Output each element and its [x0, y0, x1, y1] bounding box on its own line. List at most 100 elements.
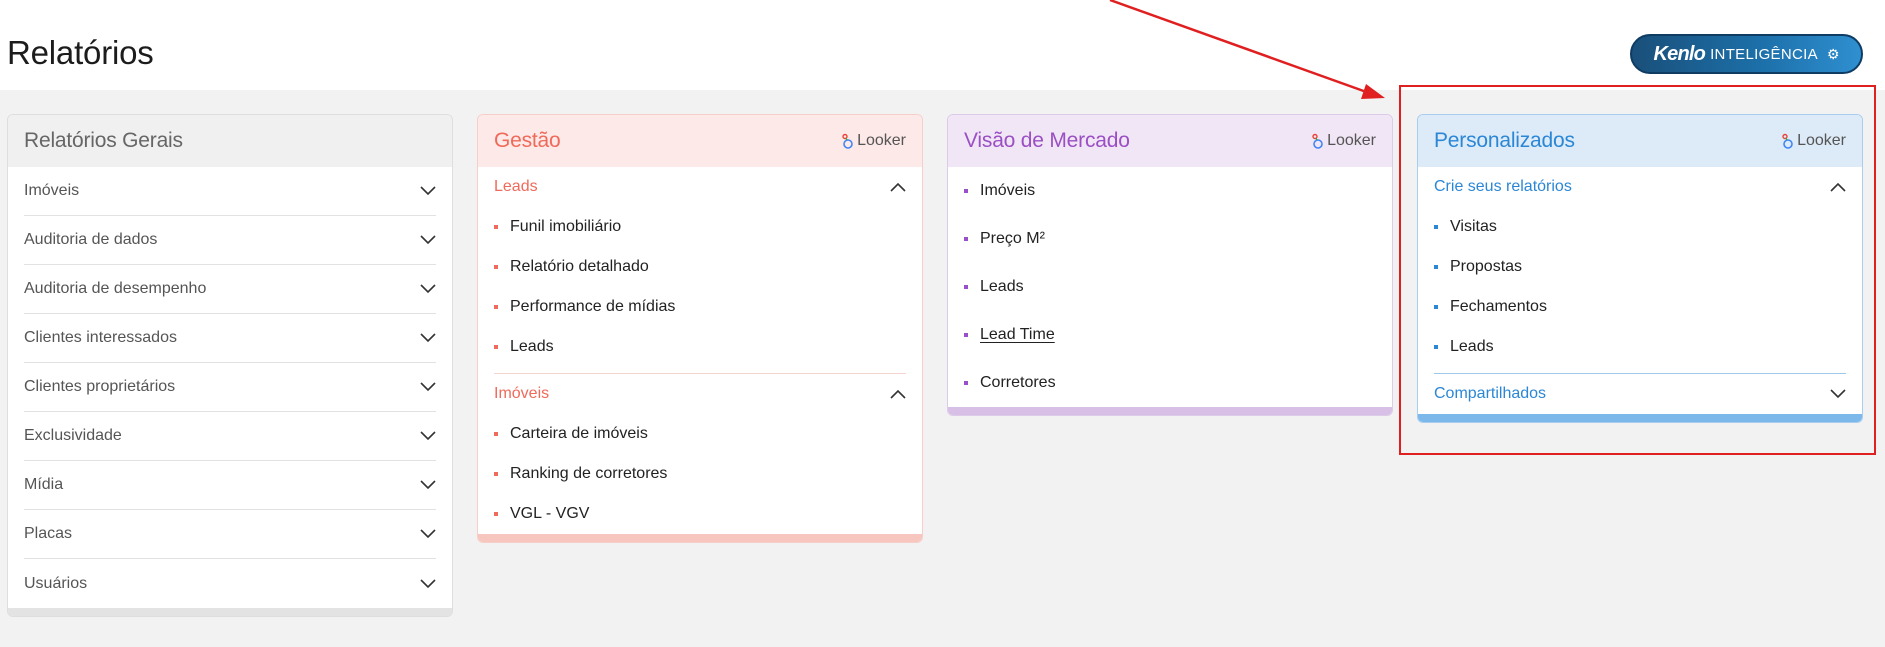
- report-label: Imóveis: [980, 182, 1036, 199]
- section-crie-relatorios-toggle[interactable]: Crie seus relatórios: [1418, 167, 1862, 207]
- report-link-imoveis[interactable]: Imóveis: [964, 167, 1376, 215]
- accordion-list: Imóveis Auditoria de dados Auditoria de …: [8, 167, 452, 608]
- accordion-imoveis[interactable]: Imóveis: [24, 167, 436, 216]
- section-leads-toggle[interactable]: Leads: [478, 167, 922, 207]
- looker-label: Looker: [1797, 132, 1846, 149]
- report-label: Carteira de imóveis: [510, 425, 648, 442]
- section-label: Compartilhados: [1434, 385, 1547, 402]
- kenlo-logo: Kenlo: [1653, 42, 1706, 65]
- looker-badge: Looker: [1311, 132, 1376, 150]
- reports-area: Relatórios Gerais Imóveis Auditoria de d…: [0, 90, 1885, 647]
- report-label: Ranking de corretores: [510, 465, 668, 482]
- report-label: Propostas: [1450, 258, 1523, 275]
- chevron-down-icon: [420, 480, 436, 490]
- accordion-usuarios[interactable]: Usuários: [24, 559, 436, 608]
- chevron-down-icon: [420, 578, 436, 588]
- accordion-auditoria-desempenho[interactable]: Auditoria de desempenho: [24, 265, 436, 314]
- report-label: Funil imobiliário: [510, 218, 622, 235]
- report-label: Lead Time: [980, 326, 1055, 343]
- bullet: [494, 305, 498, 309]
- card-footer: [948, 407, 1392, 415]
- kenlo-inteligencia-button[interactable]: Kenlo INTELIGÊNCIA ⚙: [1630, 34, 1863, 74]
- leads-report-list: Funil imobiliário Relatório detalhado Pe…: [478, 207, 922, 367]
- accordion-auditoria-dados[interactable]: Auditoria de dados: [24, 216, 436, 265]
- section-compartilhados-toggle[interactable]: Compartilhados: [1418, 374, 1862, 414]
- report-label: Corretores: [980, 374, 1056, 391]
- section-label: Leads: [494, 178, 538, 195]
- report-link-propostas[interactable]: Propostas: [1434, 247, 1846, 287]
- accordion-label: Imóveis: [24, 182, 80, 199]
- report-link-relatorio-detalhado[interactable]: Relatório detalhado: [494, 247, 906, 287]
- bullet: [964, 285, 968, 289]
- section-imoveis-toggle[interactable]: Imóveis: [478, 374, 922, 414]
- card-footer: [1418, 414, 1862, 422]
- chevron-down-icon: [420, 186, 436, 196]
- bullet: [494, 265, 498, 269]
- imoveis-report-list: Carteira de imóveis Ranking de corretore…: [478, 414, 922, 534]
- bullet: [964, 333, 968, 337]
- top-bar: Relatórios Kenlo INTELIGÊNCIA ⚙: [0, 0, 1885, 90]
- accordion-clientes-interessados[interactable]: Clientes interessados: [24, 314, 436, 363]
- bullet: [964, 237, 968, 241]
- report-link-ranking[interactable]: Ranking de corretores: [494, 454, 906, 494]
- chevron-down-icon: [420, 284, 436, 294]
- report-label: Performance de mídias: [510, 298, 676, 315]
- report-link-leads[interactable]: Leads: [1434, 327, 1846, 367]
- chevron-up-icon: [1830, 182, 1846, 192]
- report-link-leads[interactable]: Leads: [494, 327, 906, 367]
- looker-icon: [1782, 133, 1793, 149]
- report-label: Visitas: [1450, 218, 1497, 235]
- chevron-up-icon: [890, 389, 906, 399]
- report-label: Preço M²: [980, 230, 1045, 247]
- card-personalizados: Personalizados Looker Crie seus relatóri…: [1417, 114, 1863, 423]
- looker-label: Looker: [1327, 132, 1376, 149]
- bullet: [1434, 305, 1438, 309]
- mercado-report-list: Imóveis Preço M² Leads Lead Time Correto…: [948, 167, 1392, 407]
- accordion-placas[interactable]: Placas: [24, 510, 436, 559]
- report-link-corretores[interactable]: Corretores: [964, 359, 1376, 407]
- bullet: [1434, 225, 1438, 229]
- gear-icon: ⚙: [1826, 45, 1840, 62]
- card-footer: [8, 608, 452, 616]
- bullet: [964, 189, 968, 193]
- report-link-fechamentos[interactable]: Fechamentos: [1434, 287, 1846, 327]
- chevron-down-icon: [420, 431, 436, 441]
- looker-badge: Looker: [1781, 132, 1846, 150]
- accordion-clientes-proprietarios[interactable]: Clientes proprietários: [24, 363, 436, 412]
- card-header: Relatórios Gerais: [8, 115, 452, 167]
- card-title: Gestão: [494, 129, 561, 152]
- chevron-down-icon: [420, 382, 436, 392]
- report-link-visitas[interactable]: Visitas: [1434, 207, 1846, 247]
- report-label: Fechamentos: [1450, 298, 1547, 315]
- report-link-funil[interactable]: Funil imobiliário: [494, 207, 906, 247]
- bullet: [494, 345, 498, 349]
- bullet: [494, 512, 498, 516]
- accordion-exclusividade[interactable]: Exclusividade: [24, 412, 436, 461]
- card-gestao: Gestão Looker Leads Funil imobiliário Re…: [477, 114, 923, 543]
- card-title: Personalizados: [1434, 129, 1575, 152]
- chevron-up-icon: [890, 182, 906, 192]
- accordion-label: Usuários: [24, 574, 88, 592]
- report-link-carteira[interactable]: Carteira de imóveis: [494, 414, 906, 454]
- looker-icon: [842, 133, 853, 149]
- accordion-label: Clientes interessados: [24, 329, 177, 346]
- looker-label: Looker: [857, 132, 906, 149]
- accordion-label: Auditoria de dados: [24, 231, 158, 248]
- chevron-down-icon: [1830, 389, 1846, 399]
- section-label: Imóveis: [494, 385, 550, 402]
- bullet: [494, 225, 498, 229]
- chevron-down-icon: [420, 235, 436, 245]
- report-link-leads[interactable]: Leads: [964, 263, 1376, 311]
- looker-icon: [1312, 133, 1323, 149]
- accordion-label: Mídia: [24, 476, 64, 493]
- card-footer: [478, 534, 922, 542]
- card-title: Relatórios Gerais: [24, 129, 183, 152]
- accordion-midia[interactable]: Mídia: [24, 461, 436, 510]
- card-visao-mercado: Visão de Mercado Looker Imóveis Preço M²…: [947, 114, 1393, 416]
- accordion-label: Exclusividade: [24, 427, 122, 444]
- report-link-preco-m2[interactable]: Preço M²: [964, 215, 1376, 263]
- report-link-performance-midias[interactable]: Performance de mídias: [494, 287, 906, 327]
- report-link-vgl-vgv[interactable]: VGL - VGV: [494, 494, 906, 534]
- bullet: [494, 432, 498, 436]
- report-link-lead-time[interactable]: Lead Time: [964, 311, 1376, 359]
